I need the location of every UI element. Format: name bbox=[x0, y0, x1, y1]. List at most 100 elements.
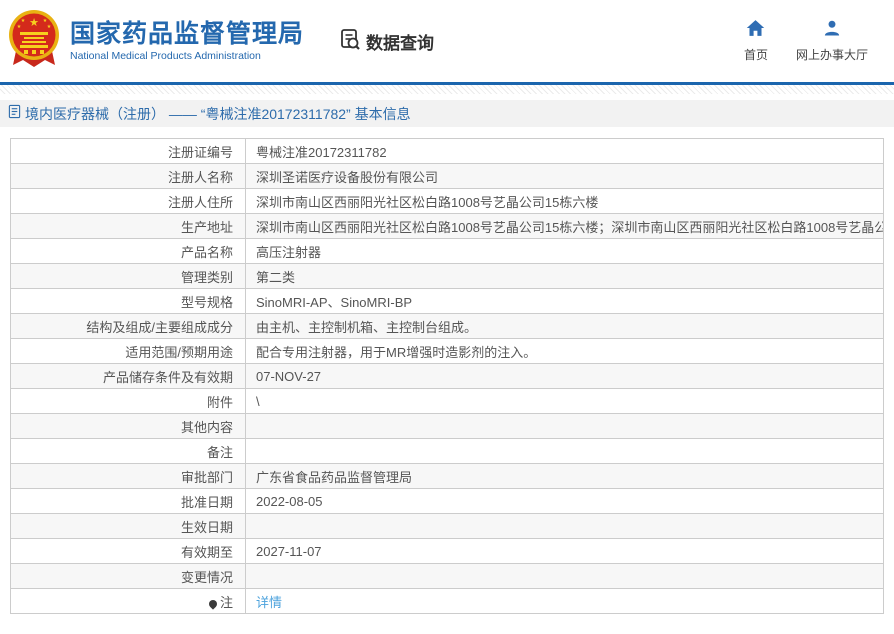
registration-info-table-wrap: 注册证编号粤械注准20172311782注册人名称深圳圣诺医疗设备股份有限公司注… bbox=[10, 138, 884, 614]
row-label: 产品储存条件及有效期 bbox=[11, 364, 246, 389]
row-label: 注册人名称 bbox=[11, 164, 246, 189]
table-row: 变更情况 bbox=[11, 564, 884, 589]
row-value-text: \ bbox=[256, 394, 260, 409]
data-query-icon bbox=[338, 27, 362, 56]
row-label-text: 注 bbox=[220, 595, 233, 610]
row-value-text: 配合专用注射器，用于MR增强时造影剂的注入。 bbox=[256, 345, 536, 360]
row-value bbox=[246, 564, 884, 589]
row-label-text: 注册人名称 bbox=[168, 170, 233, 185]
row-value: 深圳市南山区西丽阳光社区松白路1008号艺晶公司15栋六楼；深圳市南山区西丽阳光… bbox=[246, 214, 884, 239]
row-label-text: 批准日期 bbox=[181, 495, 233, 510]
row-label: 批准日期 bbox=[11, 489, 246, 514]
row-value: SinoMRI-AP、SinoMRI-BP bbox=[246, 289, 884, 314]
header-nav: 首页 网上办事大厅 bbox=[744, 19, 868, 63]
note-pin-icon bbox=[207, 598, 218, 609]
row-label: 生产地址 bbox=[11, 214, 246, 239]
row-label-text: 产品名称 bbox=[181, 245, 233, 260]
table-row: 管理类别第二类 bbox=[11, 264, 884, 289]
row-label: 产品名称 bbox=[11, 239, 246, 264]
row-value-text: 深圳市南山区西丽阳光社区松白路1008号艺晶公司15栋六楼；深圳市南山区西丽阳光… bbox=[256, 220, 884, 235]
row-value: 广东省食品药品监督管理局 bbox=[246, 464, 884, 489]
svg-text:★: ★ bbox=[17, 24, 22, 30]
details-link[interactable]: 详情 bbox=[256, 595, 282, 610]
row-label-text: 型号规格 bbox=[181, 295, 233, 310]
row-value-text: 2022-08-05 bbox=[256, 494, 323, 509]
row-value: 配合专用注射器，用于MR增强时造影剂的注入。 bbox=[246, 339, 884, 364]
row-value-text: 07-NOV-27 bbox=[256, 369, 321, 384]
row-label: 注 bbox=[11, 589, 246, 614]
row-value: 2022-08-05 bbox=[246, 489, 884, 514]
row-label: 有效期至 bbox=[11, 539, 246, 564]
table-row: 型号规格 SinoMRI-AP、SinoMRI-BP bbox=[11, 289, 884, 314]
table-row: 批准日期 2022-08-05 bbox=[11, 489, 884, 514]
document-icon bbox=[8, 104, 21, 124]
row-label: 适用范围/预期用途 bbox=[11, 339, 246, 364]
row-value: 深圳市南山区西丽阳光社区松白路1008号艺晶公司15栋六楼 bbox=[246, 189, 884, 214]
nav-item-home[interactable]: 首页 bbox=[744, 19, 768, 63]
row-value-text: 高压注射器 bbox=[256, 245, 321, 260]
row-value: 2027-11-07 bbox=[246, 539, 884, 564]
site-title-block: 国家药品监督管理局 National Medical Products Admi… bbox=[70, 20, 304, 63]
row-label-text: 备注 bbox=[207, 445, 233, 460]
site-subtitle: National Medical Products Administration bbox=[70, 50, 304, 62]
table-row: 生效日期 bbox=[11, 514, 884, 539]
svg-text:★: ★ bbox=[21, 18, 26, 24]
table-row: 产品储存条件及有效期 07-NOV-27 bbox=[11, 364, 884, 389]
table-row: 附件 \ bbox=[11, 389, 884, 414]
national-emblem-logo: ★ ★ ★ ★ ★ bbox=[8, 9, 60, 74]
row-value bbox=[246, 439, 884, 464]
row-value: 详情 bbox=[246, 589, 884, 614]
table-row: 产品名称 高压注射器 bbox=[11, 239, 884, 264]
svg-text:★: ★ bbox=[47, 24, 52, 30]
row-label-text: 审批部门 bbox=[181, 470, 233, 485]
table-row: 适用范围/预期用途 配合专用注射器，用于MR增强时造影剂的注入。 bbox=[11, 339, 884, 364]
row-label: 审批部门 bbox=[11, 464, 246, 489]
row-label-text: 其他内容 bbox=[181, 420, 233, 435]
row-label: 型号规格 bbox=[11, 289, 246, 314]
svg-text:★: ★ bbox=[29, 17, 39, 29]
info-table-body: 注册证编号粤械注准20172311782注册人名称深圳圣诺医疗设备股份有限公司注… bbox=[11, 139, 884, 614]
table-row: 生产地址 深圳市南山区西丽阳光社区松白路1008号艺晶公司15栋六楼；深圳市南山区… bbox=[11, 214, 884, 239]
row-value bbox=[246, 514, 884, 539]
row-value: 深圳圣诺医疗设备股份有限公司 bbox=[246, 164, 884, 189]
table-row: 备注 bbox=[11, 439, 884, 464]
table-row: 注册人名称深圳圣诺医疗设备股份有限公司 bbox=[11, 164, 884, 189]
nav-item-label: 首页 bbox=[744, 46, 768, 63]
page-title: 境内医疗器械（注册） —— “粤械注准20172311782” 基本信息 bbox=[25, 104, 411, 124]
table-row: 注册人住所深圳市南山区西丽阳光社区松白路1008号艺晶公司15栋六楼 bbox=[11, 189, 884, 214]
row-label-text: 生产地址 bbox=[181, 220, 233, 235]
registration-info-table: 注册证编号粤械注准20172311782注册人名称深圳圣诺医疗设备股份有限公司注… bbox=[10, 138, 884, 614]
row-label: 管理类别 bbox=[11, 264, 246, 289]
row-value: \ bbox=[246, 389, 884, 414]
row-label: 附件 bbox=[11, 389, 246, 414]
data-query-section[interactable]: 数据查询 bbox=[338, 27, 434, 56]
row-label: 生效日期 bbox=[11, 514, 246, 539]
row-value-text: 广东省食品药品监督管理局 bbox=[256, 470, 412, 485]
table-row: 注 详情 bbox=[11, 589, 884, 614]
site-header: ★ ★ ★ ★ ★ 国家药品监督管理局 National Medical Pro… bbox=[0, 0, 894, 82]
row-value-text: 由主机、主控制机箱、主控制台组成。 bbox=[256, 320, 477, 335]
row-label-text: 有效期至 bbox=[181, 545, 233, 560]
table-row: 审批部门 广东省食品药品监督管理局 bbox=[11, 464, 884, 489]
row-label-text: 适用范围/预期用途 bbox=[125, 345, 233, 360]
row-label: 结构及组成/主要组成成分 bbox=[11, 314, 246, 339]
row-value-text: SinoMRI-AP、SinoMRI-BP bbox=[256, 295, 412, 310]
row-label: 其他内容 bbox=[11, 414, 246, 439]
row-label: 注册人住所 bbox=[11, 189, 246, 214]
row-label: 注册证编号 bbox=[11, 139, 246, 164]
row-label-text: 生效日期 bbox=[181, 520, 233, 535]
table-row: 其他内容 bbox=[11, 414, 884, 439]
breadcrumb: 境内医疗器械（注册） —— “粤械注准20172311782” 基本信息 bbox=[0, 100, 894, 127]
hatch-pattern-band bbox=[0, 85, 894, 94]
table-row: 注册证编号粤械注准20172311782 bbox=[11, 139, 884, 164]
row-value-text: 第二类 bbox=[256, 270, 295, 285]
user-icon bbox=[823, 19, 841, 42]
nav-item-service-hall[interactable]: 网上办事大厅 bbox=[796, 19, 868, 63]
row-label-text: 注册人住所 bbox=[168, 195, 233, 210]
row-value: 粤械注准20172311782 bbox=[246, 139, 884, 164]
home-icon bbox=[746, 19, 765, 42]
row-label-text: 注册证编号 bbox=[168, 145, 233, 160]
row-label-text: 产品储存条件及有效期 bbox=[103, 370, 233, 385]
row-value: 高压注射器 bbox=[246, 239, 884, 264]
spacer bbox=[0, 127, 894, 138]
